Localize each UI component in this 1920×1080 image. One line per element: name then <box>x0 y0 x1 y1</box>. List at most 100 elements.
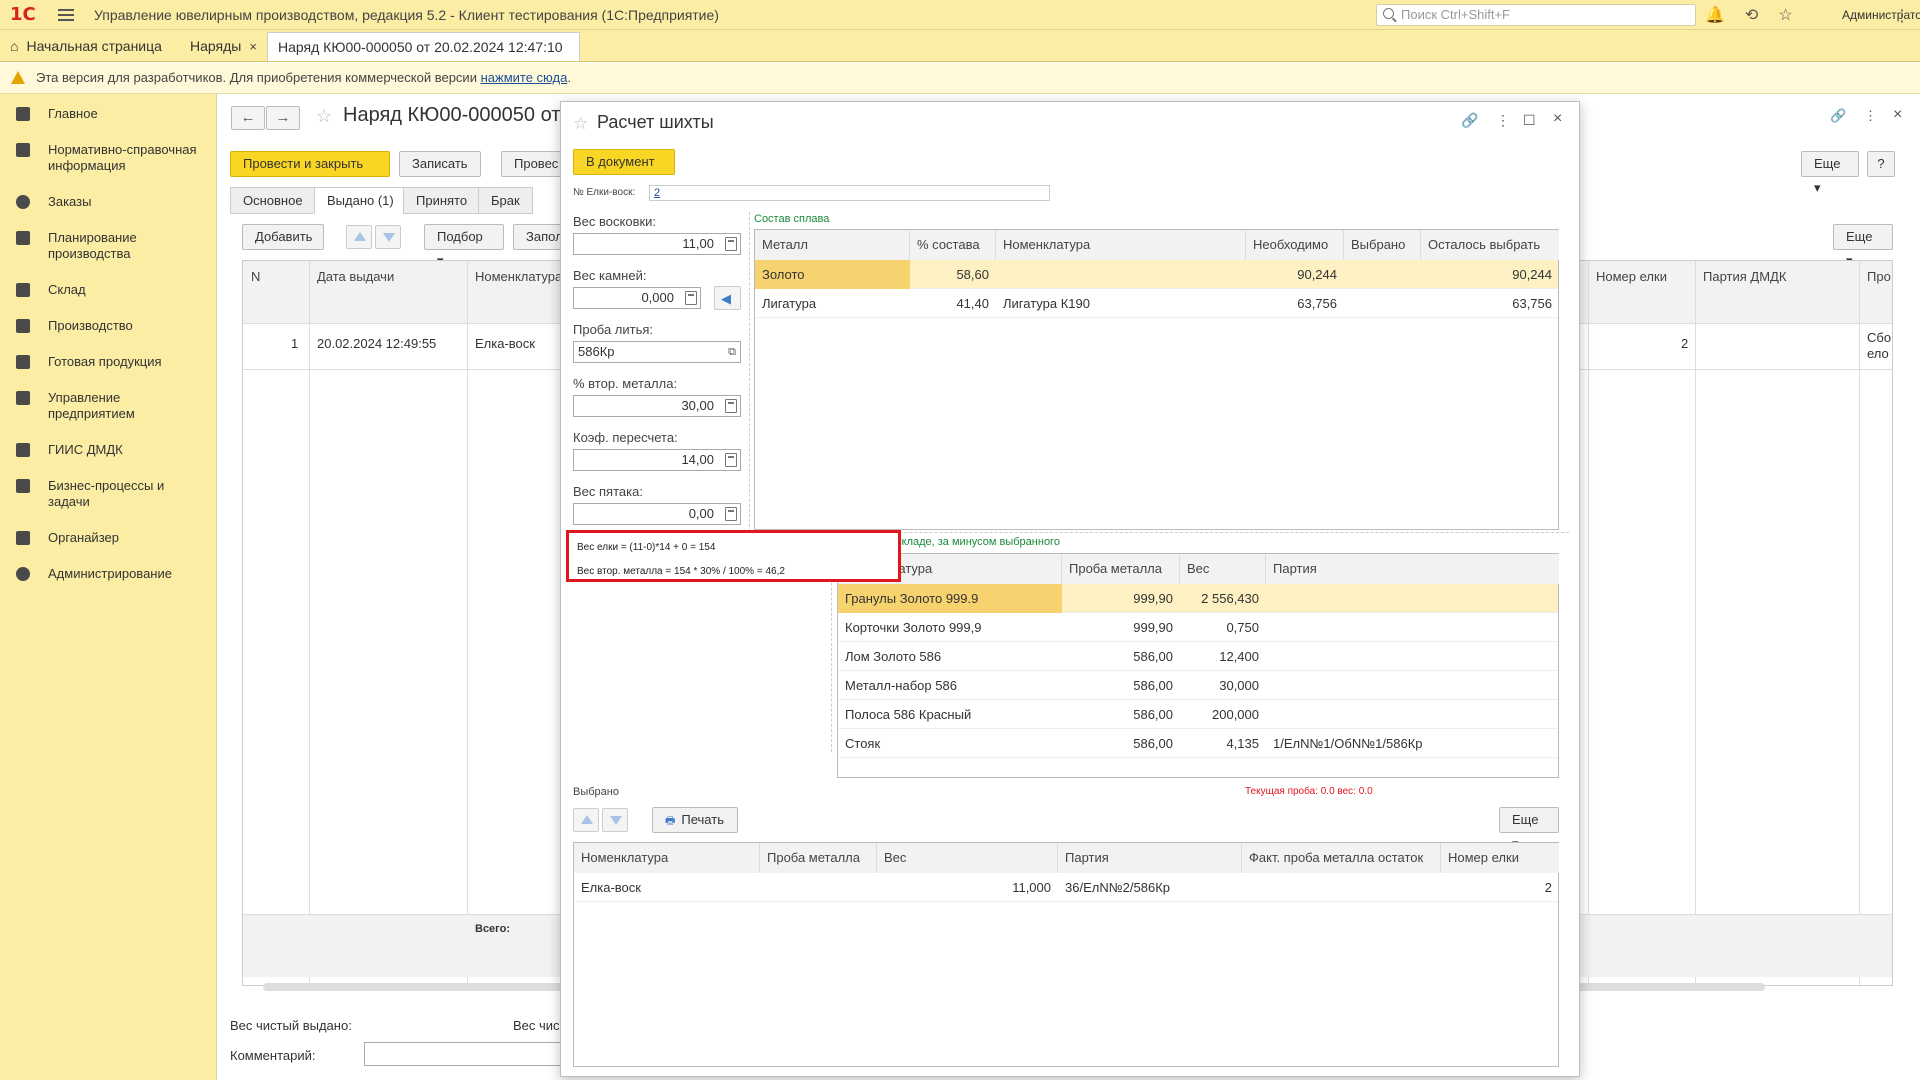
more-icon[interactable]: ⋮ <box>1496 112 1510 129</box>
main-menu-icon[interactable] <box>58 8 74 21</box>
more-icon[interactable]: ⋮ <box>1864 108 1877 124</box>
sidebar-item-management[interactable]: Управление предприятием <box>0 390 217 422</box>
secondary-metal-field[interactable]: 30,00 <box>573 395 741 417</box>
favorite-star-icon[interactable]: ☆ <box>573 114 588 134</box>
table-row[interactable]: Лигатура 41,40 Лигатура К190 63,756 63,7… <box>755 289 1558 318</box>
sidebar-item-bp[interactable]: Бизнес-процессы и задачи <box>0 478 217 510</box>
warning-icon <box>11 71 25 84</box>
move-down-button[interactable] <box>602 808 628 832</box>
net-weight-label-2: Вес чис <box>513 1018 560 1033</box>
calculator-icon[interactable] <box>725 507 737 521</box>
developer-warning: Эта версия для разработчиков. Для приобр… <box>0 63 1920 94</box>
tab-main[interactable]: Основное <box>230 187 316 214</box>
alloy-table: Металл % состава Номенклатура Необходимо… <box>754 229 1559 530</box>
table-row[interactable]: Корточки Золото 999,9 999,90 0,750 <box>838 613 1558 642</box>
net-weight-label: Вес чистый выдано: <box>230 1018 352 1033</box>
gear-icon <box>16 567 30 581</box>
table-row[interactable]: Полоса 586 Красный 586,00 200,000 <box>838 700 1558 729</box>
post-button[interactable]: Провес <box>501 151 561 177</box>
sidebar-item-finished[interactable]: Готовая продукция <box>0 354 217 370</box>
arrow-down-icon <box>610 816 622 825</box>
selected-table: Номенклатура Проба металла Вес Партия Фа… <box>573 842 1559 1067</box>
comment-input[interactable] <box>364 1042 564 1066</box>
tab-accepted[interactable]: Принято <box>403 187 481 214</box>
charge-calc-dialog: ☆ Расчет шихты 🔗 ⋮ ☐ × В документ № Елки… <box>560 101 1580 1077</box>
coefficient-field[interactable]: 14,00 <box>573 449 741 471</box>
sidebar-item-production[interactable]: Производство <box>0 318 217 334</box>
sidebar-item-warehouse[interactable]: Склад <box>0 282 217 298</box>
sidebar-item-giis[interactable]: ГИИС ДМДК <box>0 442 217 458</box>
cast-probe-field[interactable]: 586Кр ⧉ <box>573 341 741 363</box>
close-icon[interactable]: × <box>1893 106 1902 124</box>
printer-icon: 🖶 <box>665 815 676 827</box>
current-probe-status: Текущая проба: 0.0 вес: 0.0 <box>1245 786 1373 797</box>
sidebar-item-orders[interactable]: Заказы <box>0 194 217 210</box>
close-icon[interactable]: × <box>249 39 257 54</box>
tab-order-doc[interactable]: Наряд КЮ00-000050 от 20.02.2024 12:47:10… <box>267 32 580 83</box>
table-row[interactable]: Металл-набор 586 586,00 30,000 <box>838 671 1558 700</box>
tab-home[interactable]: ⌂ Начальная страница <box>0 32 178 61</box>
arrow-left-icon: ◀ <box>721 291 731 306</box>
tree-weight-formula: Вес елки = (11-0)*14 + 0 = 154 <box>577 542 716 553</box>
print-button[interactable]: 🖶 Печать <box>652 807 738 833</box>
more-button-grid[interactable]: Еще ▾ <box>1833 224 1893 268</box>
factory-icon <box>16 319 30 333</box>
table-row[interactable]: Золото 58,60 90,244 90,244 <box>755 260 1558 289</box>
move-up-button[interactable] <box>573 808 599 832</box>
wax-weight-field[interactable]: 11,00 <box>573 233 741 255</box>
calculator-icon[interactable] <box>685 291 697 305</box>
buy-link[interactable]: нажмите сюда <box>481 70 568 85</box>
add-button[interactable]: Добавить <box>242 224 324 250</box>
forward-button[interactable]: → <box>266 106 300 130</box>
page-title: Наряд КЮ00-000050 от 2 <box>343 104 578 126</box>
favorite-star-icon[interactable]: ☆ <box>316 106 332 127</box>
tab-defect[interactable]: Брак <box>478 187 533 214</box>
move-down-button[interactable] <box>375 225 401 249</box>
close-icon[interactable]: × <box>1553 110 1562 128</box>
bell-icon[interactable]: 🔔 <box>1705 5 1725 25</box>
maximize-icon[interactable]: ☐ <box>1523 112 1536 129</box>
table-row[interactable]: Стояк 586,00 4,135 1/ЕлN№1/ОбN№1/586Кр <box>838 729 1558 758</box>
to-document-button[interactable]: В документ <box>573 149 675 175</box>
sidebar-item-main[interactable]: Главное <box>0 106 217 122</box>
global-search-input[interactable]: Поиск Ctrl+Shift+F <box>1376 4 1696 26</box>
sidebar-item-planning[interactable]: Планирование производства <box>0 230 217 262</box>
tasks-icon <box>16 479 30 493</box>
sidebar-item-reference[interactable]: Нормативно-справочная информация <box>0 142 217 174</box>
tab-orders[interactable]: Наряды × <box>180 32 266 61</box>
stones-weight-field[interactable]: 0,000 <box>573 287 701 309</box>
back-button[interactable]: ← <box>231 106 265 130</box>
link-icon[interactable]: 🔗 <box>1461 112 1478 129</box>
calculator-icon[interactable] <box>725 453 737 467</box>
table-row[interactable]: Гранулы Золото 999.9 999,90 2 556,430 <box>838 584 1558 613</box>
alloy-caption: Состав сплава <box>754 213 830 225</box>
dialog-title: Расчет шихты <box>597 112 714 132</box>
calculator-icon[interactable] <box>725 237 737 251</box>
link-icon[interactable]: 🔗 <box>1830 108 1846 124</box>
table-row[interactable]: Елка-воск 11,000 36/ЕлN№2/586Кр 2 <box>574 873 1558 902</box>
sidebar-item-admin[interactable]: Администрирование <box>0 566 217 582</box>
history-icon[interactable]: ⟲ <box>1745 5 1758 25</box>
post-close-button[interactable]: Провести и закрыть <box>230 151 390 177</box>
tab-issued[interactable]: Выдано (1) <box>314 187 407 214</box>
link-icon <box>16 443 30 457</box>
nickel-weight-field[interactable]: 0,00 <box>573 503 741 525</box>
favorites-star-icon[interactable]: ☆ <box>1778 5 1792 25</box>
more-button[interactable]: Еще ▾ <box>1801 151 1859 195</box>
secondary-metal-formula: Вес втор. металла = 154 * 30% / 100% = 4… <box>577 566 785 577</box>
tree-number-field[interactable]: 2 <box>649 185 1050 201</box>
pick-button[interactable]: Подбор ▾ <box>424 224 504 268</box>
move-up-button[interactable] <box>346 225 372 249</box>
help-button[interactable]: ? <box>1867 151 1895 177</box>
sidebar-item-organizer[interactable]: Органайзер <box>0 530 217 546</box>
save-button[interactable]: Записать <box>399 151 481 177</box>
more-button-selected[interactable]: Еще ▾ <box>1499 807 1559 851</box>
selected-caption: Выбрано <box>573 786 619 798</box>
fill-button[interactable]: Запол <box>513 224 563 250</box>
open-icon[interactable]: ⧉ <box>728 342 736 362</box>
calculator-icon[interactable] <box>725 399 737 413</box>
app-more-icon[interactable]: ⋮ <box>1894 6 1910 26</box>
comment-label: Комментарий: <box>230 1048 316 1063</box>
fill-stones-button[interactable]: ◀ <box>714 286 741 310</box>
table-row[interactable]: Лом Золото 586 586,00 12,400 <box>838 642 1558 671</box>
